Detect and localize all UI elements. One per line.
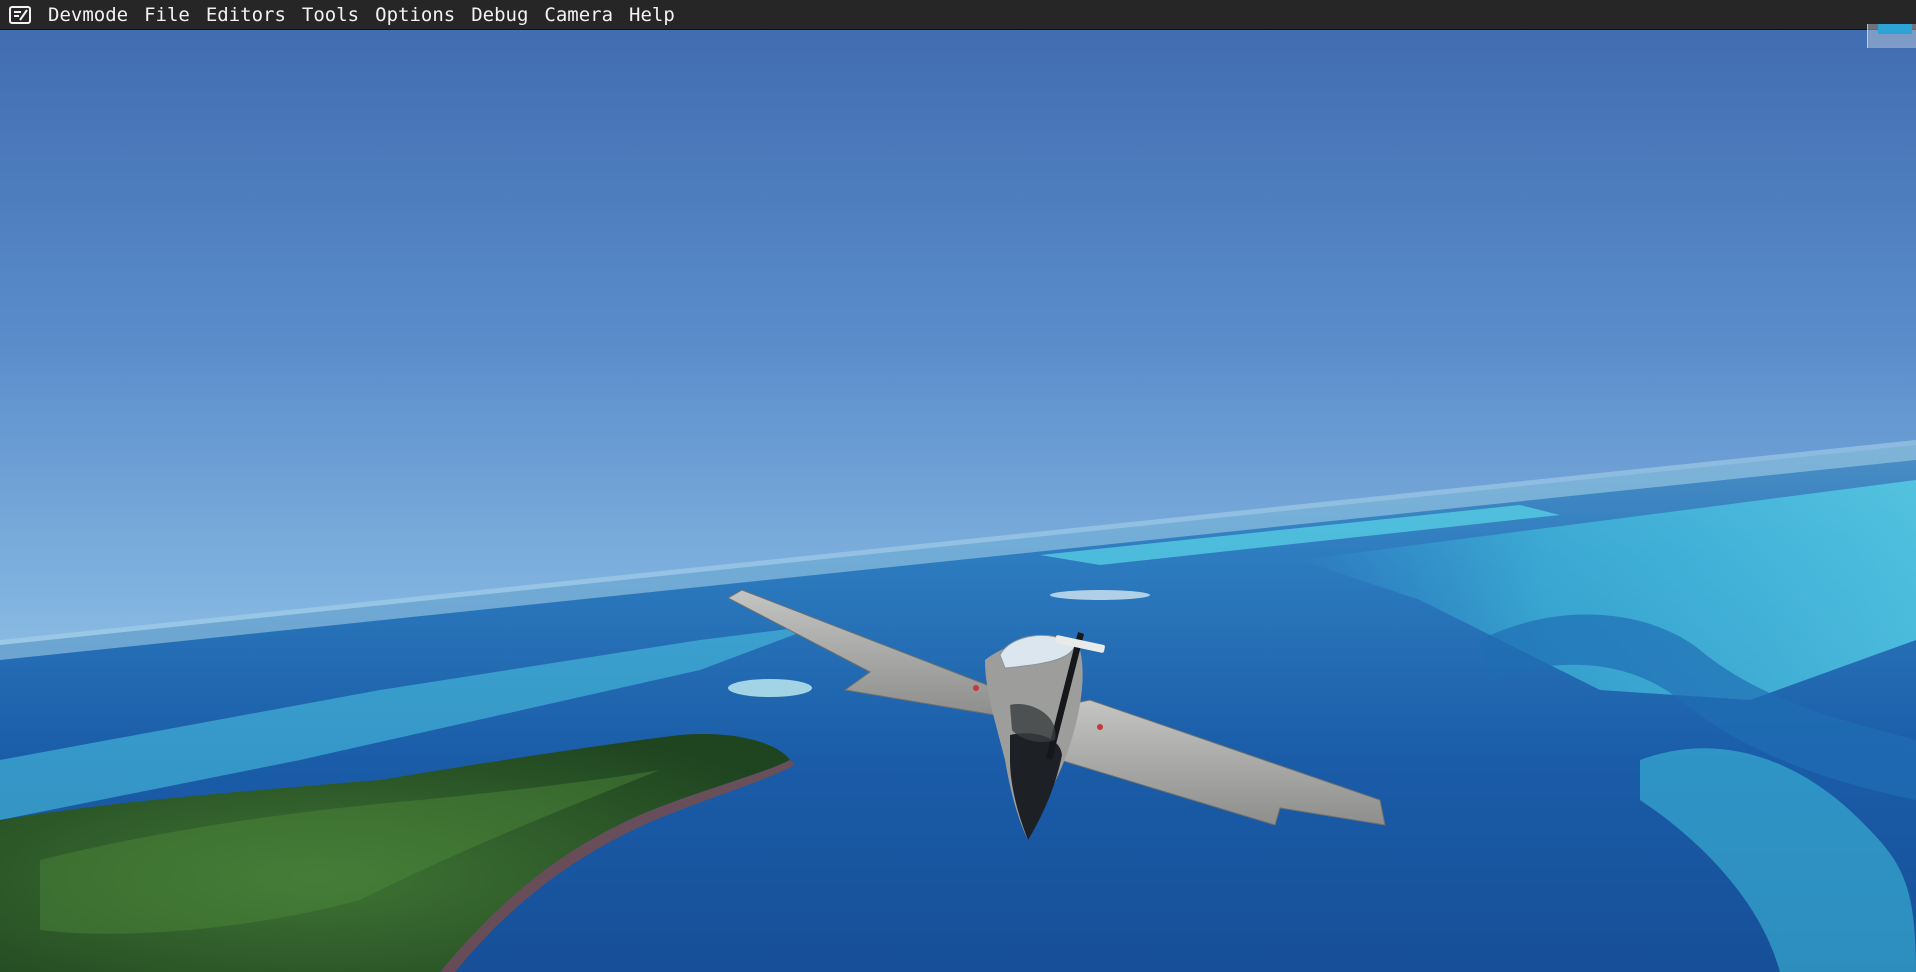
devmode-icon[interactable] (8, 5, 32, 25)
menu-debug[interactable]: Debug (463, 0, 536, 30)
corner-overlay-accent (1878, 24, 1912, 34)
reef-foam (1050, 590, 1150, 600)
menu-options[interactable]: Options (367, 0, 463, 30)
small-reef-islet (728, 679, 812, 697)
corner-overlay-widget[interactable] (1867, 24, 1916, 48)
menu-tools[interactable]: Tools (294, 0, 367, 30)
aircraft-marker-red-left (973, 685, 979, 691)
flight-scene-viewport[interactable] (0, 0, 1916, 972)
menu-editors[interactable]: Editors (198, 0, 294, 30)
menu-file[interactable]: File (136, 0, 198, 30)
aircraft-marker-red-right (1097, 724, 1103, 730)
menu-camera[interactable]: Camera (536, 0, 621, 30)
devmode-menubar: Devmode File Editors Tools Options Debug… (0, 0, 1916, 30)
menu-devmode[interactable]: Devmode (40, 0, 136, 30)
menu-help[interactable]: Help (621, 0, 683, 30)
